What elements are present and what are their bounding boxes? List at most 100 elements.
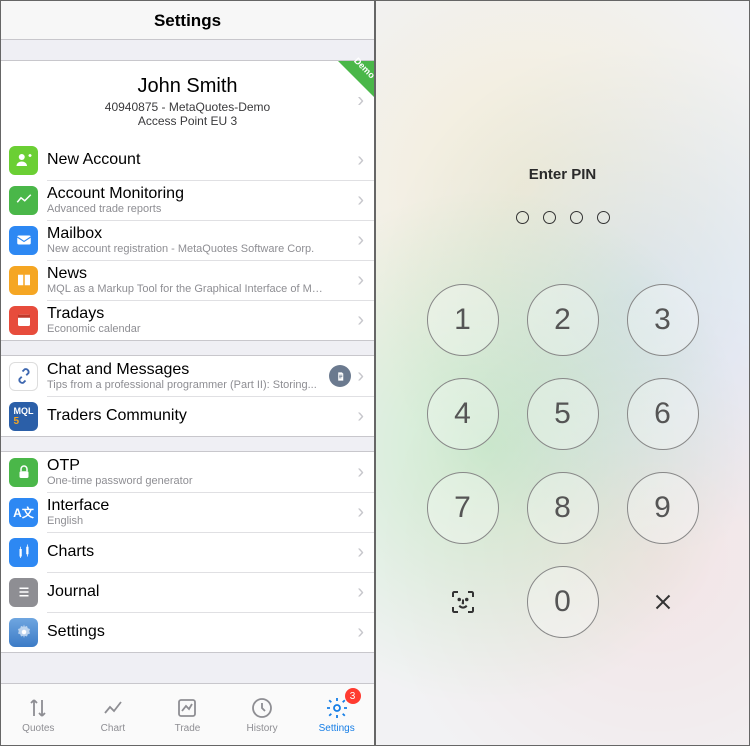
- doc-badge-icon: [329, 365, 351, 387]
- chevron-right-icon: ›: [357, 229, 364, 252]
- chart-line-icon: [9, 186, 38, 215]
- row-sub: English: [47, 515, 327, 527]
- row-sub: One-time password generator: [47, 475, 327, 487]
- tab-label: Chart: [101, 723, 125, 734]
- pin-title: Enter PIN: [529, 166, 597, 183]
- key-5[interactable]: 5: [527, 378, 599, 450]
- pin-dots: [516, 211, 610, 224]
- pin-dot: [570, 211, 583, 224]
- link-icon: [9, 362, 38, 391]
- key-7[interactable]: 7: [427, 472, 499, 544]
- mailbox-row[interactable]: MailboxNew account registration - MetaQu…: [1, 220, 374, 260]
- news-row[interactable]: NewsMQL as a Markup Tool for the Graphic…: [1, 260, 374, 300]
- row-title: Chat and Messages: [47, 361, 325, 379]
- tab-badge: 3: [345, 688, 361, 704]
- chevron-right-icon: ›: [357, 501, 364, 524]
- key-8[interactable]: 8: [527, 472, 599, 544]
- group2: Chat and MessagesTips from a professiona…: [1, 355, 374, 437]
- chevron-right-icon: ›: [357, 621, 364, 644]
- row-sub: Tips from a professional programmer (Par…: [47, 379, 325, 391]
- language-icon: A文: [9, 498, 38, 527]
- settings-scroll[interactable]: Demo John Smith 40940875 - MetaQuotes-De…: [1, 40, 374, 683]
- account-row[interactable]: Demo John Smith 40940875 - MetaQuotes-De…: [1, 61, 374, 140]
- group3: OTPOne-time password generator › A文 Inte…: [1, 451, 374, 653]
- otp-row[interactable]: OTPOne-time password generator ›: [1, 452, 374, 492]
- tradays-row[interactable]: TradaysEconomic calendar ›: [1, 300, 374, 340]
- row-title: OTP: [47, 457, 351, 475]
- tab-chart[interactable]: Chart: [76, 684, 151, 745]
- account-id-server: 40940875 - MetaQuotes-Demo: [105, 100, 270, 114]
- new-account-row[interactable]: New Account ›: [1, 140, 374, 180]
- tab-label: History: [247, 723, 278, 734]
- account-group: Demo John Smith 40940875 - MetaQuotes-De…: [1, 60, 374, 341]
- key-0[interactable]: 0: [527, 566, 599, 638]
- key-4[interactable]: 4: [427, 378, 499, 450]
- tab-settings[interactable]: Settings 3: [299, 684, 374, 745]
- tab-label: Quotes: [22, 723, 54, 734]
- chevron-right-icon: ›: [357, 269, 364, 292]
- chevron-right-icon: ›: [357, 581, 364, 604]
- account-name: John Smith: [137, 75, 237, 98]
- mail-icon: [9, 226, 38, 255]
- lock-icon: [9, 458, 38, 487]
- book-icon: [9, 266, 38, 295]
- row-title: News: [47, 265, 351, 283]
- tab-label: Trade: [175, 723, 201, 734]
- mql5-icon: MQL5: [9, 402, 38, 431]
- row-title: Mailbox: [47, 225, 351, 243]
- add-user-icon: [9, 146, 38, 175]
- tab-quotes[interactable]: Quotes: [1, 684, 76, 745]
- journal-row[interactable]: Journal ›: [1, 572, 374, 612]
- chevron-right-icon: ›: [357, 89, 364, 112]
- account-monitoring-row[interactable]: Account MonitoringAdvanced trade reports…: [1, 180, 374, 220]
- pin-pane: Enter PIN 1 2 3 4 5 6 7 8 9 0: [375, 0, 750, 746]
- chevron-right-icon: ›: [357, 189, 364, 212]
- chevron-right-icon: ›: [357, 461, 364, 484]
- row-title: New Account: [47, 151, 351, 169]
- face-id-icon[interactable]: [427, 566, 499, 638]
- interface-row[interactable]: A文 InterfaceEnglish ›: [1, 492, 374, 532]
- row-title: Tradays: [47, 305, 351, 323]
- chevron-right-icon: ›: [357, 405, 364, 428]
- tab-trade[interactable]: Trade: [150, 684, 225, 745]
- list-icon: [9, 578, 38, 607]
- delete-key[interactable]: [627, 566, 699, 638]
- key-6[interactable]: 6: [627, 378, 699, 450]
- pin-keypad: 1 2 3 4 5 6 7 8 9 0: [427, 284, 699, 638]
- page-title: Settings: [1, 1, 374, 40]
- row-title: Traders Community: [47, 407, 351, 425]
- candlestick-icon: [9, 538, 38, 567]
- community-row[interactable]: MQL5 Traders Community ›: [1, 396, 374, 436]
- chat-row[interactable]: Chat and MessagesTips from a professiona…: [1, 356, 374, 396]
- chevron-right-icon: ›: [357, 309, 364, 332]
- demo-ribbon: Demo: [338, 61, 374, 97]
- tab-bar: Quotes Chart Trade History Settings 3: [1, 683, 374, 745]
- charts-row[interactable]: Charts ›: [1, 532, 374, 572]
- row-sub: MQL as a Markup Tool for the Graphical I…: [47, 283, 327, 295]
- settings-row[interactable]: Settings ›: [1, 612, 374, 652]
- row-title: Journal: [47, 583, 351, 601]
- row-title: Interface: [47, 497, 351, 515]
- chevron-right-icon: ›: [357, 541, 364, 564]
- tab-label: Settings: [319, 723, 355, 734]
- pin-dot: [516, 211, 529, 224]
- pin-dot: [597, 211, 610, 224]
- chevron-right-icon: ›: [357, 365, 364, 388]
- row-sub: Advanced trade reports: [47, 203, 327, 215]
- chevron-right-icon: ›: [357, 149, 364, 172]
- key-9[interactable]: 9: [627, 472, 699, 544]
- tab-history[interactable]: History: [225, 684, 300, 745]
- key-1[interactable]: 1: [427, 284, 499, 356]
- row-title: Settings: [47, 623, 351, 641]
- gear-icon: [9, 618, 38, 647]
- row-sub: Economic calendar: [47, 323, 327, 335]
- settings-pane: Settings Demo John Smith 40940875 - Meta…: [0, 0, 375, 746]
- row-sub: New account registration - MetaQuotes So…: [47, 243, 327, 255]
- key-3[interactable]: 3: [627, 284, 699, 356]
- row-title: Account Monitoring: [47, 185, 351, 203]
- pin-dot: [543, 211, 556, 224]
- calendar-icon: [9, 306, 38, 335]
- account-access-point: Access Point EU 3: [138, 114, 237, 128]
- row-title: Charts: [47, 543, 351, 561]
- key-2[interactable]: 2: [527, 284, 599, 356]
